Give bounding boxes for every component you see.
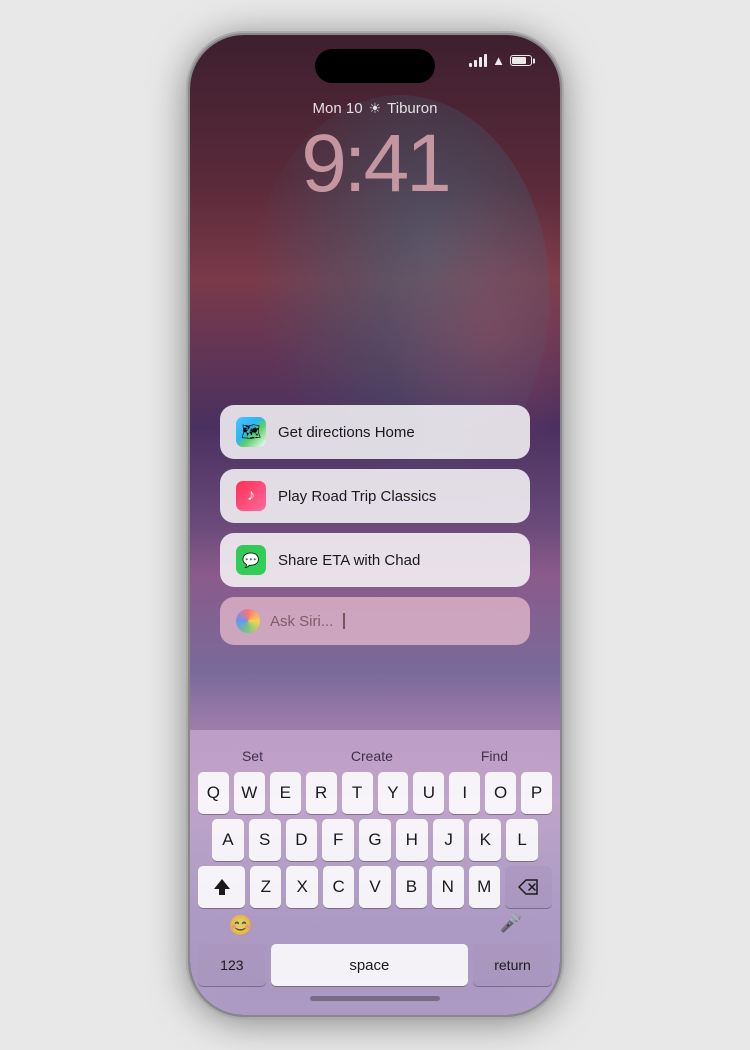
key-p[interactable]: P (521, 772, 552, 814)
lock-date-weather: Mon 10 ☀ Tiburon (190, 100, 560, 117)
siri-placeholder: Ask Siri... (270, 613, 333, 630)
status-right: ▲ (469, 53, 532, 68)
key-j[interactable]: J (433, 819, 465, 861)
key-a[interactable]: A (212, 819, 244, 861)
keyboard-area: Set Create Find Q W E R T Y U I O P A S (190, 730, 560, 1015)
suggestion-find[interactable]: Find (461, 744, 528, 768)
key-row-1: Q W E R T Y U I O P (198, 772, 552, 814)
key-m[interactable]: M (469, 866, 500, 908)
key-c[interactable]: C (323, 866, 354, 908)
battery-icon (510, 55, 532, 66)
suggestion-create[interactable]: Create (331, 744, 413, 768)
suggestion-set[interactable]: Set (222, 744, 283, 768)
key-z[interactable]: Z (250, 866, 281, 908)
key-k[interactable]: K (469, 819, 501, 861)
key-r[interactable]: R (306, 772, 337, 814)
key-b[interactable]: B (396, 866, 427, 908)
siri-orb (236, 609, 260, 633)
music-icon: ♪ (236, 481, 266, 511)
battery-fill (512, 57, 526, 64)
siri-input-bar[interactable]: Ask Siri... (220, 597, 530, 645)
suggestion-directions-text: Get directions Home (278, 424, 415, 441)
lock-date: Mon 10 (313, 100, 363, 117)
key-s[interactable]: S (249, 819, 281, 861)
key-row-3: Z X C V B N M (198, 866, 552, 908)
key-q[interactable]: Q (198, 772, 229, 814)
home-indicator (310, 996, 440, 1001)
backspace-icon (518, 879, 538, 895)
suggestion-directions[interactable]: 🗺 Get directions Home (220, 405, 530, 459)
siri-cursor (343, 613, 345, 629)
key-row-2: A S D F G H J K L (198, 819, 552, 861)
key-u[interactable]: U (413, 772, 444, 814)
key-f[interactable]: F (322, 819, 354, 861)
key-d[interactable]: D (286, 819, 318, 861)
mic-icon[interactable]: 🎤 (500, 913, 522, 938)
signal-bars (469, 54, 487, 67)
key-return[interactable]: return (473, 944, 552, 986)
key-w[interactable]: W (234, 772, 265, 814)
signal-bar-3 (479, 57, 482, 67)
key-t[interactable]: T (342, 772, 373, 814)
screen: ▲ Mon 10 ☀ Tiburon 9:41 🗺 Get directions… (190, 35, 560, 1015)
dynamic-island (315, 49, 435, 83)
messages-icon: 💬 (236, 545, 266, 575)
emoji-icon[interactable]: 😊 (228, 913, 253, 938)
key-x[interactable]: X (286, 866, 317, 908)
key-space[interactable]: space (271, 944, 468, 986)
key-n[interactable]: N (432, 866, 463, 908)
key-g[interactable]: G (359, 819, 391, 861)
wifi-icon: ▲ (492, 53, 505, 68)
keyboard-suggestions: Set Create Find (198, 736, 552, 772)
lock-location: Tiburon (387, 100, 437, 117)
suggestion-messages[interactable]: 💬 Share ETA with Chad (220, 533, 530, 587)
suggestion-music-text: Play Road Trip Classics (278, 488, 436, 505)
lock-info: Mon 10 ☀ Tiburon 9:41 (190, 100, 560, 205)
shift-icon (212, 877, 232, 897)
key-123[interactable]: 123 (198, 944, 266, 986)
key-e[interactable]: E (270, 772, 301, 814)
signal-bar-2 (474, 60, 477, 67)
key-i[interactable]: I (449, 772, 480, 814)
signal-bar-4 (484, 54, 487, 67)
signal-bar-1 (469, 63, 472, 67)
suggestion-music[interactable]: ♪ Play Road Trip Classics (220, 469, 530, 523)
key-y[interactable]: Y (378, 772, 409, 814)
suggestion-messages-text: Share ETA with Chad (278, 552, 420, 569)
key-row-4: 123 space return (198, 944, 552, 986)
key-shift[interactable] (198, 866, 245, 908)
phone-frame: ▲ Mon 10 ☀ Tiburon 9:41 🗺 Get directions… (190, 35, 560, 1015)
key-v[interactable]: V (359, 866, 390, 908)
key-h[interactable]: H (396, 819, 428, 861)
keyboard-bottom-icons: 😊 🎤 (198, 913, 552, 938)
key-o[interactable]: O (485, 772, 516, 814)
key-l[interactable]: L (506, 819, 538, 861)
key-backspace[interactable] (505, 866, 552, 908)
maps-icon: 🗺 (236, 417, 266, 447)
weather-icon: ☀ (369, 100, 382, 117)
siri-suggestions: 🗺 Get directions Home ♪ Play Road Trip C… (220, 405, 530, 645)
lock-time: 9:41 (190, 123, 560, 205)
